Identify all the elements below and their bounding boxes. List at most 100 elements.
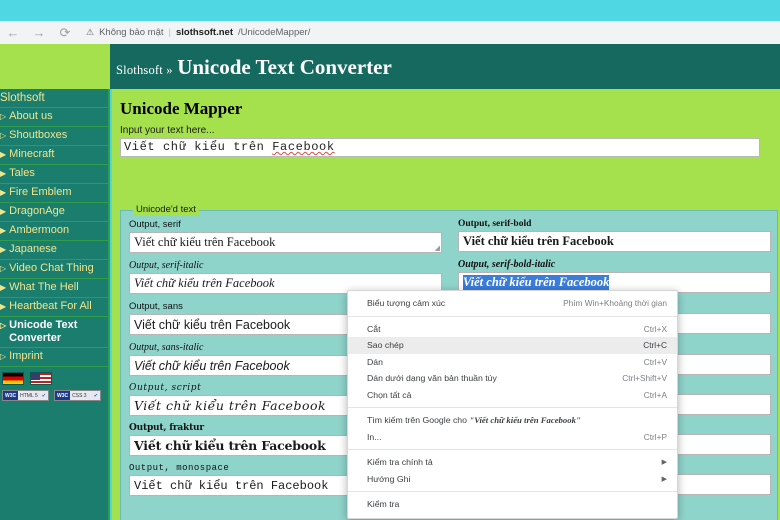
flag-germany-icon[interactable] xyxy=(2,372,24,385)
menu-item-shortcut: Phím Win+Khoảng thời gian xyxy=(563,298,667,309)
w3c-html5-badge[interactable]: W3C HTML 5 ✔ xyxy=(2,390,49,401)
menu-item-ch-n-t-t-c[interactable]: Chọn tất cả Ctrl+A xyxy=(348,387,677,404)
sidebar-item-label: Japanese xyxy=(9,243,57,255)
sidebar-item-label: Ambermoon xyxy=(9,224,70,236)
triangle-right-outline-icon: ▷ xyxy=(0,352,7,361)
forward-arrow-icon[interactable]: → xyxy=(26,21,52,44)
menu-item-label: Chọn tất cả xyxy=(367,389,412,400)
output-value: Viết chữ kiểu trên Facebook xyxy=(134,317,291,332)
back-arrow-icon[interactable]: ← xyxy=(0,21,26,44)
section-heading: Unicode Mapper xyxy=(120,99,243,118)
banner-prefix[interactable]: Slothsoft » xyxy=(116,63,173,77)
output-value: Viết chữ kiểu trên Facebook xyxy=(463,234,614,248)
output-value: Viết chữ kiểu trên Facebook xyxy=(134,276,275,290)
badge-label: CSS 3 xyxy=(72,392,87,399)
output-value: Viết chữ kiểu trên Facebook xyxy=(134,438,326,453)
menu-item-label: In... xyxy=(367,431,382,442)
sidebar-item-imprint[interactable]: ▷ Imprint xyxy=(0,347,108,366)
menu-item-label: Sao chép xyxy=(367,340,404,351)
security-label: Không bảo mật xyxy=(99,27,164,38)
sidebar-item-label: Fire Emblem xyxy=(9,186,72,198)
menu-item-c-t[interactable]: Cắt Ctrl+X xyxy=(348,321,677,338)
sidebar-item-minecraft[interactable]: ▶ Minecraft xyxy=(0,145,108,164)
reload-icon[interactable]: ⟳ xyxy=(52,21,78,44)
output-label: Output, serif-bold xyxy=(458,219,532,229)
resize-grip-icon[interactable]: ◢ xyxy=(435,244,440,252)
sidebar-item-fire-emblem[interactable]: ▶ Fire Emblem xyxy=(0,183,108,202)
triangle-right-filled-icon: ▶ xyxy=(0,150,7,159)
menu-item-in[interactable]: In... Ctrl+P xyxy=(348,429,677,446)
sidebar-item-video-chat-thing[interactable]: ▷ Video Chat Thing xyxy=(0,259,108,278)
sidebar-item-label: Heartbeat For All xyxy=(9,300,92,312)
menu-item-label: Kiểm tra chính tả xyxy=(367,457,433,468)
output-textarea[interactable]: Viết chữ kiểu trên Facebook xyxy=(458,231,771,252)
output-label: Output, serif-bold-italic xyxy=(458,259,556,270)
sidebar-item-ambermoon[interactable]: ▶ Ambermoon xyxy=(0,221,108,240)
sidebar-item-dragonage[interactable]: ▶ DragonAge xyxy=(0,202,108,221)
sidebar-item-what-the-hell[interactable]: ▶ What The Hell xyxy=(0,278,108,297)
input-value-misspelled: Facebook xyxy=(272,140,335,154)
menu-item-shortcut: Ctrl+P xyxy=(643,431,667,442)
menu-item-d-n[interactable]: Dán Ctrl+V xyxy=(348,354,677,371)
input-label: Input your text here... xyxy=(120,125,215,136)
triangle-right-filled-icon: ▶ xyxy=(0,283,7,292)
sidebar-item-heartbeat-for-all[interactable]: ▶ Heartbeat For All xyxy=(0,297,108,316)
menu-item-ki-m-tra-ch-nh-t[interactable]: Kiểm tra chính tả ▶ xyxy=(348,454,677,471)
sidebar-item-label: Imprint xyxy=(9,350,43,362)
warning-triangle-icon: ⚠ xyxy=(86,27,95,37)
chevron-right-icon: ▶ xyxy=(661,459,667,467)
triangle-right-outline-icon: ▷ xyxy=(0,112,7,121)
triangle-right-outline-icon: ▷ xyxy=(0,131,7,140)
screen: ← → ⟳ ⚠ Không bảo mật | slothsoft.net/Un… xyxy=(0,0,780,520)
menu-separator xyxy=(348,407,677,408)
sidebar-item-unicode-text-converter[interactable]: ▷ Unicode Text Converter xyxy=(0,316,108,347)
sidebar-item-japanese[interactable]: ▶ Japanese xyxy=(0,240,108,259)
menu-separator xyxy=(348,315,677,317)
site-banner: Slothsoft » Unicode Text Converter xyxy=(110,44,780,89)
check-icon: ✔ xyxy=(41,392,46,399)
menu-item-label: Biểu tượng cảm xúc xyxy=(367,298,446,309)
sidebar-item-label: Video Chat Thing xyxy=(9,262,94,274)
url-path: /UnicodeMapper/ xyxy=(237,27,311,38)
context-menu[interactable]: Biểu tượng cảm xúc Phím Win+Khoảng thời g… xyxy=(347,290,678,519)
url-domain: slothsoft.net xyxy=(175,27,233,38)
sidebar-item-about-us[interactable]: ▷ About us xyxy=(0,107,108,126)
output-value: Viết chữ kiểu trên Facebook xyxy=(134,235,276,249)
menu-item-d-n-d-i-d-ng-v-n-b-n-thu-n-t-y[interactable]: Dán dưới dạng văn bản thuần túy Ctrl+Shif… xyxy=(348,370,677,387)
triangle-right-filled-icon: ▶ xyxy=(0,226,7,235)
flag-usa-icon[interactable] xyxy=(30,372,52,385)
menu-item-label: Dán xyxy=(367,356,383,367)
output-value: Viết chữ kiểu trên Facebook xyxy=(134,478,329,493)
menu-item-ki-m-tra[interactable]: Kiểm tra xyxy=(348,496,677,513)
sidebar-item-label: DragonAge xyxy=(9,205,65,217)
menu-item-shortcut: Ctrl+X xyxy=(643,323,667,334)
sidebar-item-label: What The Hell xyxy=(9,281,79,293)
menu-item-shortcut: Ctrl+A xyxy=(643,389,667,400)
sidebar-item-label: Minecraft xyxy=(9,148,55,160)
badge-label: HTML 5 xyxy=(20,392,38,399)
output-textarea[interactable]: Viết chữ kiểu trên Facebook ◢ xyxy=(129,232,442,253)
menu-item-label: Cắt xyxy=(367,323,381,334)
output-value: Viết chữ kiểu trên Facebook xyxy=(463,275,610,290)
sidebar-item-label: Unicode Text Converter xyxy=(9,319,78,344)
triangle-right-outline-icon: ▷ xyxy=(0,321,7,330)
output-value: Viết chữ kiểu trên Facebook xyxy=(134,398,327,413)
address-bar[interactable]: ⚠ Không bảo mật | slothsoft.net/UnicodeM… xyxy=(78,23,780,42)
text-input[interactable]: Viết chữ kiểu trên Facebook xyxy=(120,138,760,157)
sidebar-title: Slothsoft xyxy=(0,92,45,104)
menu-item-shortcut: Ctrl+Shift+V xyxy=(622,373,667,384)
w3c-css3-badge[interactable]: W3C CSS 3 ✔ xyxy=(54,390,101,401)
output-label: Output, serif-italic xyxy=(129,260,204,271)
sidebar-item-shoutboxes[interactable]: ▷ Shoutboxes xyxy=(0,126,108,145)
output-field: Output, serif-bold Viết chữ kiểu trên Fac… xyxy=(458,219,771,252)
output-field: Output, serif-bold-italic Viết chữ kiểu t… xyxy=(458,259,771,293)
browser-tabstrip xyxy=(0,0,780,21)
sidebar-item-tales[interactable]: ▶ Tales xyxy=(0,164,108,183)
output-field: Output, serif Viết chữ kiểu trên Facebook… xyxy=(129,219,442,253)
menu-item-t-m-ki-m-tr-n-google-cho[interactable]: Tìm kiếm trên Google cho "Viết chữ kiểu … xyxy=(348,412,677,429)
triangle-right-outline-icon: ▷ xyxy=(0,264,7,273)
menu-item-h-ng-ghi[interactable]: Hướng Ghi ▶ xyxy=(348,471,677,488)
menu-item-bi-u-t-ng-c-m-x-c[interactable]: Biểu tượng cảm xúc Phím Win+Khoảng thời g… xyxy=(348,295,677,312)
sidebar-item-label: Shoutboxes xyxy=(9,129,68,141)
menu-item-sao-ch-p[interactable]: Sao chép Ctrl+C xyxy=(348,337,677,354)
